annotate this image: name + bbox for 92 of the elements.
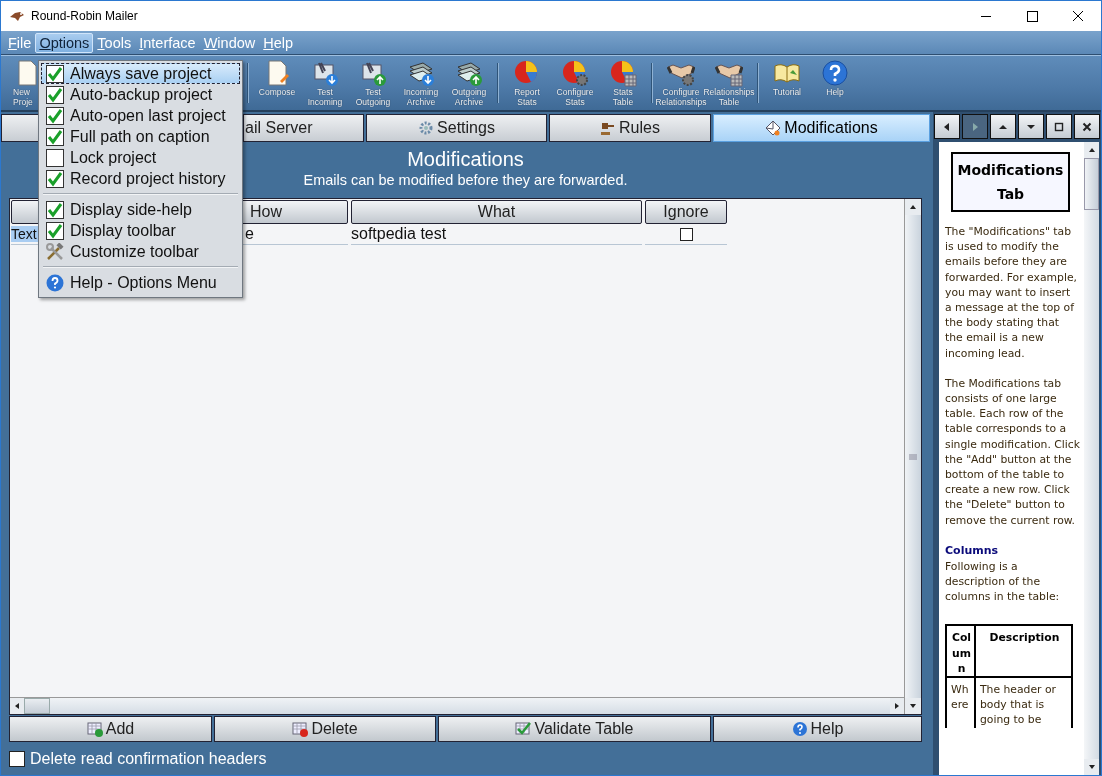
toolbar-button[interactable]: Stats Table [599,59,647,107]
table-icon [86,721,103,737]
checkbox-icon [46,169,64,188]
scroll-thumb[interactable] [1084,158,1099,210]
checkbox-label: Delete read confirmation headers [30,750,267,768]
gavel-icon [600,120,617,136]
up-arrow-icon[interactable] [909,203,917,211]
toolbar-icon [821,59,849,87]
close-icon [1082,121,1092,132]
help-heading: Columns [945,542,1000,559]
envelope-icon [765,120,782,136]
checkbox-icon [46,85,64,104]
tab[interactable]: ail Server [243,114,364,142]
toolbar-button[interactable]: Help [811,59,859,97]
menu-option[interactable]: Help - Options Menu [41,272,240,293]
checkbox[interactable] [679,227,693,241]
toolbar-button[interactable]: Report Stats [503,59,551,107]
scroll-thumb[interactable] [24,698,50,714]
vertical-scrollbar[interactable] [904,199,921,714]
checkbox-icon [46,148,64,167]
toolbar-icon [455,59,483,87]
help-paragraph: The "Modifications" tab is used to modify the emails before they are forwarded. For example, you may want to insert a message at the top of the body stating that the email is a new incoming lead. [945,224,1078,361]
toolbar-button[interactable]: Outgoing Archive [445,59,493,107]
menu-option[interactable]: Lock project [41,147,240,168]
toolbar-button[interactable]: Configure Relationships [657,59,705,107]
toolbar-button[interactable]: Relationships Table [705,59,753,107]
toolbar-button[interactable]: Test Outgoing [349,59,397,107]
menu-option[interactable]: Auto-open last project [41,105,240,126]
forward-button[interactable] [962,114,988,139]
help-title: Modifications Tab [951,152,1070,212]
left-arrow-icon [942,121,952,132]
checkbox[interactable] [9,751,25,767]
help-paragraph: Following is a description of the columns in the table: [945,558,1061,605]
help-table-cell: The header or body that is going to be [980,683,1057,727]
table-icon [292,721,309,737]
menu-option[interactable]: Full path on caption [41,126,240,147]
checkbox-icon [46,106,64,125]
checkbox-icon [46,221,64,240]
help-icon [791,721,808,737]
menu-option[interactable]: Record project history [41,168,240,189]
close-button[interactable] [1074,114,1100,139]
gear-icon [418,120,435,136]
page-title: Modifications [407,148,524,171]
action-button[interactable]: Validate Table [438,716,711,742]
help-table-header: Column [951,631,971,675]
down-arrow-icon[interactable] [909,702,917,710]
help-table-header: Description [989,631,1060,645]
toolbar-button[interactable]: Incoming Archive [397,59,445,107]
menu-item[interactable]: Options [35,32,94,53]
tab[interactable]: Modifications [713,114,930,142]
window-title: Round-Robin Mailer [31,9,138,23]
menu-option[interactable]: Customize toolbar [41,241,240,262]
page-subtitle: Emails can be modified before they are forwarded. [303,172,628,188]
up-button[interactable] [990,114,1016,139]
column-header[interactable]: What [351,200,642,224]
down-arrow-icon[interactable] [1087,763,1096,771]
help-table-cell: Where [951,683,969,712]
tab[interactable]: Rules [549,114,711,142]
tab[interactable]: Settings [366,114,547,142]
toolbar-button[interactable]: Tutorial [763,59,811,97]
maximize-button[interactable] [1046,114,1072,139]
left-arrow-icon[interactable] [13,702,21,710]
up-arrow-icon[interactable] [1087,146,1096,154]
table-cell: e [245,225,254,243]
action-button[interactable]: Help [713,716,922,742]
toolbar-icon [609,59,637,87]
toolbar-button[interactable]: Configure Stats [551,59,599,107]
checkbox-icon [46,64,64,83]
maximize-icon [1054,121,1064,132]
column-header[interactable]: Ignore [645,200,727,224]
toolbar-icon [407,59,435,87]
checkbox-icon [46,200,64,219]
table-icon [515,721,532,737]
checkbox-icon [46,127,64,146]
action-button[interactable]: Delete [214,716,436,742]
back-button[interactable] [934,114,960,139]
down-button[interactable] [1018,114,1044,139]
help-paragraph: The Modifications tab consists of one large table. Each row of the table corresponds to a single modification. Click the "Add" button at the bottom of the table to create a new row. Click the "Delete" button to remove the current row. [945,375,1080,528]
menu-option[interactable]: Always save project [41,63,240,84]
toolbar-icon [561,59,589,87]
toolbar-button[interactable]: New Proje [13,59,38,107]
menu-option[interactable]: Auto-backup project [41,84,240,105]
action-button[interactable]: Add [9,716,212,742]
table-cell: softpedia test [351,225,447,243]
tools-icon [46,242,64,261]
toolbar-button[interactable]: Test Incoming [301,59,349,107]
table-cell: Text [11,226,38,242]
right-arrow-icon[interactable] [893,702,901,710]
right-arrow-icon [970,121,980,132]
toolbar-button[interactable]: Compose [253,59,301,97]
help-icon [46,273,64,292]
grip-icon [909,452,917,461]
